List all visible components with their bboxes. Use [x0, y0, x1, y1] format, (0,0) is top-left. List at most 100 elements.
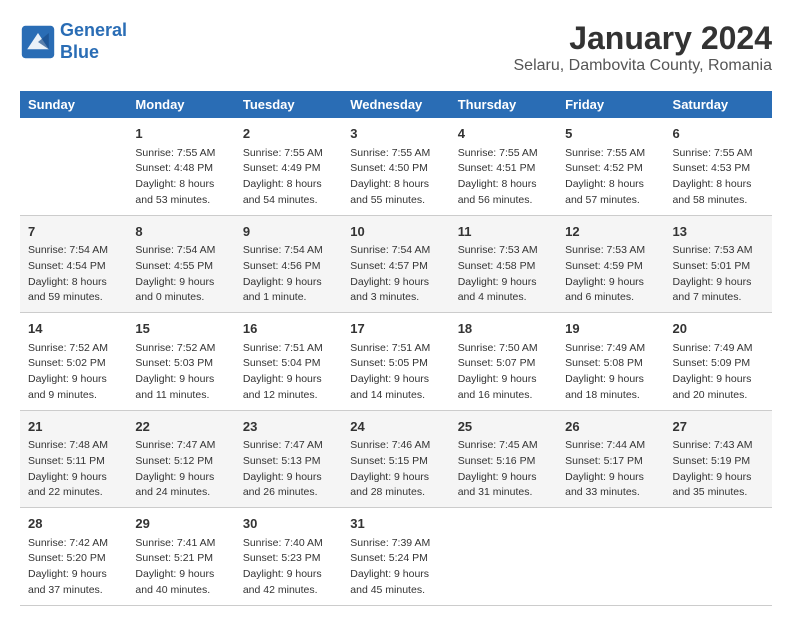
day-cell: 3Sunrise: 7:55 AMSunset: 4:50 PMDaylight… — [342, 118, 449, 215]
day-cell: 30Sunrise: 7:40 AMSunset: 5:23 PMDayligh… — [235, 508, 342, 606]
logo-line2: Blue — [60, 42, 99, 62]
day-info: Sunrise: 7:43 AMSunset: 5:19 PMDaylight:… — [673, 438, 764, 501]
day-cell: 11Sunrise: 7:53 AMSunset: 4:58 PMDayligh… — [450, 215, 557, 313]
day-info: Sunrise: 7:51 AMSunset: 5:04 PMDaylight:… — [243, 341, 334, 404]
day-cell — [557, 508, 664, 606]
day-info: Sunrise: 7:54 AMSunset: 4:55 PMDaylight:… — [135, 243, 226, 306]
day-info: Sunrise: 7:55 AMSunset: 4:52 PMDaylight:… — [565, 146, 656, 209]
day-cell: 21Sunrise: 7:48 AMSunset: 5:11 PMDayligh… — [20, 410, 127, 508]
day-cell: 26Sunrise: 7:44 AMSunset: 5:17 PMDayligh… — [557, 410, 664, 508]
day-info: Sunrise: 7:40 AMSunset: 5:23 PMDaylight:… — [243, 536, 334, 599]
day-number: 20 — [673, 319, 764, 339]
day-number: 12 — [565, 222, 656, 242]
day-info: Sunrise: 7:48 AMSunset: 5:11 PMDaylight:… — [28, 438, 119, 501]
day-number: 16 — [243, 319, 334, 339]
day-info: Sunrise: 7:55 AMSunset: 4:50 PMDaylight:… — [350, 146, 441, 209]
day-info: Sunrise: 7:49 AMSunset: 5:09 PMDaylight:… — [673, 341, 764, 404]
day-cell: 29Sunrise: 7:41 AMSunset: 5:21 PMDayligh… — [127, 508, 234, 606]
day-info: Sunrise: 7:55 AMSunset: 4:49 PMDaylight:… — [243, 146, 334, 209]
day-header-thursday: Thursday — [450, 91, 557, 118]
day-header-wednesday: Wednesday — [342, 91, 449, 118]
day-info: Sunrise: 7:55 AMSunset: 4:53 PMDaylight:… — [673, 146, 764, 209]
day-info: Sunrise: 7:53 AMSunset: 5:01 PMDaylight:… — [673, 243, 764, 306]
day-info: Sunrise: 7:50 AMSunset: 5:07 PMDaylight:… — [458, 341, 549, 404]
day-number: 28 — [28, 514, 119, 534]
day-number: 30 — [243, 514, 334, 534]
day-cell: 8Sunrise: 7:54 AMSunset: 4:55 PMDaylight… — [127, 215, 234, 313]
day-cell: 12Sunrise: 7:53 AMSunset: 4:59 PMDayligh… — [557, 215, 664, 313]
day-cell: 27Sunrise: 7:43 AMSunset: 5:19 PMDayligh… — [665, 410, 772, 508]
day-number: 19 — [565, 319, 656, 339]
day-number: 13 — [673, 222, 764, 242]
day-info: Sunrise: 7:46 AMSunset: 5:15 PMDaylight:… — [350, 438, 441, 501]
day-number: 21 — [28, 417, 119, 437]
day-cell: 28Sunrise: 7:42 AMSunset: 5:20 PMDayligh… — [20, 508, 127, 606]
day-cell: 9Sunrise: 7:54 AMSunset: 4:56 PMDaylight… — [235, 215, 342, 313]
day-info: Sunrise: 7:47 AMSunset: 5:13 PMDaylight:… — [243, 438, 334, 501]
day-number: 3 — [350, 124, 441, 144]
day-cell: 16Sunrise: 7:51 AMSunset: 5:04 PMDayligh… — [235, 313, 342, 411]
day-info: Sunrise: 7:54 AMSunset: 4:56 PMDaylight:… — [243, 243, 334, 306]
day-info: Sunrise: 7:52 AMSunset: 5:03 PMDaylight:… — [135, 341, 226, 404]
day-number: 8 — [135, 222, 226, 242]
day-cell: 25Sunrise: 7:45 AMSunset: 5:16 PMDayligh… — [450, 410, 557, 508]
calendar-title: January 2024 — [514, 20, 773, 57]
day-cell: 10Sunrise: 7:54 AMSunset: 4:57 PMDayligh… — [342, 215, 449, 313]
day-number: 2 — [243, 124, 334, 144]
day-number: 11 — [458, 222, 549, 242]
day-number: 1 — [135, 124, 226, 144]
day-cell: 6Sunrise: 7:55 AMSunset: 4:53 PMDaylight… — [665, 118, 772, 215]
day-info: Sunrise: 7:53 AMSunset: 4:59 PMDaylight:… — [565, 243, 656, 306]
week-row-2: 7Sunrise: 7:54 AMSunset: 4:54 PMDaylight… — [20, 215, 772, 313]
day-number: 7 — [28, 222, 119, 242]
day-header-saturday: Saturday — [665, 91, 772, 118]
day-number: 27 — [673, 417, 764, 437]
day-cell: 13Sunrise: 7:53 AMSunset: 5:01 PMDayligh… — [665, 215, 772, 313]
day-cell: 1Sunrise: 7:55 AMSunset: 4:48 PMDaylight… — [127, 118, 234, 215]
title-block: January 2024 Selaru, Dambovita County, R… — [514, 20, 773, 75]
week-row-3: 14Sunrise: 7:52 AMSunset: 5:02 PMDayligh… — [20, 313, 772, 411]
day-info: Sunrise: 7:55 AMSunset: 4:51 PMDaylight:… — [458, 146, 549, 209]
logo-text: General Blue — [60, 20, 127, 63]
day-info: Sunrise: 7:45 AMSunset: 5:16 PMDaylight:… — [458, 438, 549, 501]
day-cell: 22Sunrise: 7:47 AMSunset: 5:12 PMDayligh… — [127, 410, 234, 508]
logo: General Blue — [20, 20, 127, 63]
day-number: 14 — [28, 319, 119, 339]
day-number: 4 — [458, 124, 549, 144]
day-cell: 17Sunrise: 7:51 AMSunset: 5:05 PMDayligh… — [342, 313, 449, 411]
day-info: Sunrise: 7:55 AMSunset: 4:48 PMDaylight:… — [135, 146, 226, 209]
day-info: Sunrise: 7:47 AMSunset: 5:12 PMDaylight:… — [135, 438, 226, 501]
day-number: 29 — [135, 514, 226, 534]
day-cell: 4Sunrise: 7:55 AMSunset: 4:51 PMDaylight… — [450, 118, 557, 215]
day-header-sunday: Sunday — [20, 91, 127, 118]
day-info: Sunrise: 7:41 AMSunset: 5:21 PMDaylight:… — [135, 536, 226, 599]
day-cell: 18Sunrise: 7:50 AMSunset: 5:07 PMDayligh… — [450, 313, 557, 411]
day-cell: 23Sunrise: 7:47 AMSunset: 5:13 PMDayligh… — [235, 410, 342, 508]
calendar-table: SundayMondayTuesdayWednesdayThursdayFrid… — [20, 91, 772, 606]
week-row-5: 28Sunrise: 7:42 AMSunset: 5:20 PMDayligh… — [20, 508, 772, 606]
day-info: Sunrise: 7:54 AMSunset: 4:57 PMDaylight:… — [350, 243, 441, 306]
logo-line1: General — [60, 20, 127, 40]
day-cell: 5Sunrise: 7:55 AMSunset: 4:52 PMDaylight… — [557, 118, 664, 215]
day-header-friday: Friday — [557, 91, 664, 118]
logo-icon — [20, 24, 56, 60]
day-number: 25 — [458, 417, 549, 437]
page-header: General Blue January 2024 Selaru, Dambov… — [20, 20, 772, 75]
day-cell: 24Sunrise: 7:46 AMSunset: 5:15 PMDayligh… — [342, 410, 449, 508]
day-cell — [20, 118, 127, 215]
calendar-header: SundayMondayTuesdayWednesdayThursdayFrid… — [20, 91, 772, 118]
day-number: 6 — [673, 124, 764, 144]
day-number: 18 — [458, 319, 549, 339]
calendar-subtitle: Selaru, Dambovita County, Romania — [514, 57, 773, 75]
day-info: Sunrise: 7:42 AMSunset: 5:20 PMDaylight:… — [28, 536, 119, 599]
day-number: 10 — [350, 222, 441, 242]
day-info: Sunrise: 7:44 AMSunset: 5:17 PMDaylight:… — [565, 438, 656, 501]
week-row-4: 21Sunrise: 7:48 AMSunset: 5:11 PMDayligh… — [20, 410, 772, 508]
day-number: 24 — [350, 417, 441, 437]
day-cell: 2Sunrise: 7:55 AMSunset: 4:49 PMDaylight… — [235, 118, 342, 215]
day-cell — [665, 508, 772, 606]
day-number: 9 — [243, 222, 334, 242]
day-info: Sunrise: 7:53 AMSunset: 4:58 PMDaylight:… — [458, 243, 549, 306]
day-number: 23 — [243, 417, 334, 437]
day-cell: 15Sunrise: 7:52 AMSunset: 5:03 PMDayligh… — [127, 313, 234, 411]
